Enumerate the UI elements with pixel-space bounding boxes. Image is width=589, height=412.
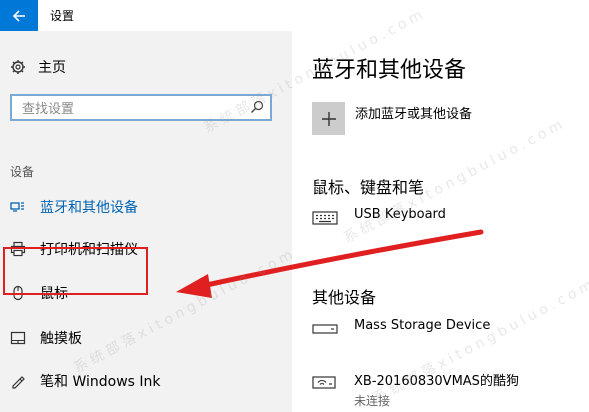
section-title-other-devices: 其他设备 (312, 288, 377, 307)
sidebar-item-home[interactable]: 主页 (10, 56, 66, 78)
plus-icon (321, 111, 336, 126)
back-arrow-icon (12, 9, 25, 22)
window-title: 设置 (50, 9, 75, 23)
add-device-label[interactable]: 添加蓝牙或其他设备 (355, 103, 472, 122)
sidebar-item-touchpad[interactable]: 触摸板 (10, 326, 82, 350)
sidebar-item-label: 笔和 Windows Ink (40, 374, 161, 390)
group-label-devices: 设备 (10, 165, 35, 179)
pen-icon (10, 373, 26, 389)
title-bar: 设置 (0, 0, 589, 31)
sidebar-item-label: 蓝牙和其他设备 (40, 200, 138, 216)
sidebar-item-bluetooth[interactable]: 蓝牙和其他设备 (10, 195, 138, 219)
storage-device-icon (312, 318, 342, 340)
device-item[interactable]: Mass Storage Device (312, 318, 490, 340)
home-label: 主页 (38, 60, 66, 76)
gear-icon (11, 60, 25, 74)
touchpad-icon (10, 330, 26, 346)
bluetooth-icon (10, 199, 26, 215)
keyboard-icon (312, 207, 342, 229)
add-device-button[interactable] (312, 102, 345, 135)
sidebar-item-label: 触摸板 (40, 331, 82, 347)
annotation-highlight-box (3, 247, 148, 295)
back-button[interactable] (0, 0, 38, 31)
sidebar: 主页 设备 蓝牙和其他设备 打印机和扫描仪 (0, 31, 292, 412)
network-device-icon (312, 370, 342, 392)
